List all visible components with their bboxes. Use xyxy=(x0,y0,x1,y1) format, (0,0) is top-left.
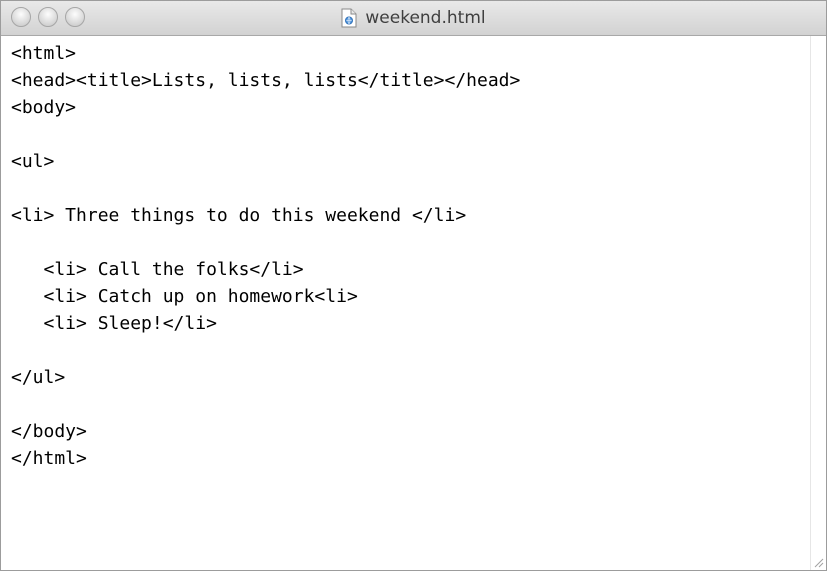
window-controls xyxy=(11,7,85,27)
window-title: weekend.html xyxy=(365,8,486,28)
code-line: <body> xyxy=(11,97,77,118)
code-line: <head><title>Lists, lists, lists</title>… xyxy=(11,70,521,91)
minimize-button[interactable] xyxy=(38,7,58,27)
code-line: </ul> xyxy=(11,367,66,388)
text-editor-area[interactable]: <html> <head><title>Lists, lists, lists</… xyxy=(1,36,810,570)
code-line: <html> xyxy=(11,43,77,64)
editor-window: weekend.html <html> <head><title>Lists, l… xyxy=(0,0,827,571)
code-line: </html> xyxy=(11,448,87,469)
vertical-scrollbar[interactable] xyxy=(810,36,826,570)
zoom-button[interactable] xyxy=(65,7,85,27)
code-content[interactable]: <html> <head><title>Lists, lists, lists</… xyxy=(11,40,810,472)
code-line: <li> Sleep!</li> xyxy=(11,313,217,334)
code-line: <ul> xyxy=(11,151,55,172)
resize-grip-icon[interactable] xyxy=(812,556,824,568)
close-button[interactable] xyxy=(11,7,31,27)
code-line: <li> Call the folks</li> xyxy=(11,259,304,280)
window-title-group: weekend.html xyxy=(1,1,826,35)
code-line: </body> xyxy=(11,421,87,442)
code-line: <li> Three things to do this weekend </l… xyxy=(11,205,467,226)
title-bar[interactable]: weekend.html xyxy=(1,1,826,36)
code-line: <li> Catch up on homework<li> xyxy=(11,286,358,307)
html-document-icon xyxy=(341,8,357,28)
